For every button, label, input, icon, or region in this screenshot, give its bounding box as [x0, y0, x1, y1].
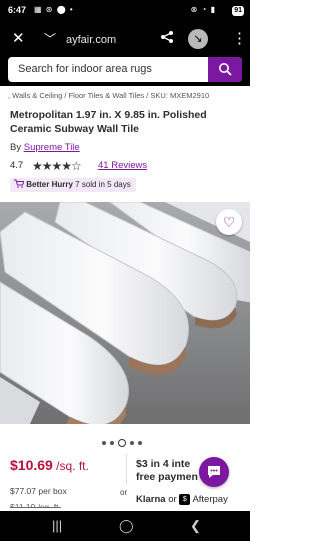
cart-icon [14, 179, 26, 189]
home-icon[interactable]: ◯ [119, 518, 134, 534]
status-bar: 6:47 ▦ ⊛ ⬤ • ⊗ ◔ ▮ 91 [0, 0, 250, 22]
carousel-dot[interactable] [110, 440, 114, 445]
status-time: 6:47 [8, 5, 27, 15]
search-button[interactable] [208, 57, 242, 82]
or-text: or [168, 494, 177, 506]
payment-brands[interactable]: Klarna or $ Afterpay [136, 494, 228, 505]
favorite-heart-icon[interactable]: ♡ [216, 209, 242, 235]
price: $10.69 /sq. ft. [10, 457, 89, 473]
chat-icon [208, 466, 220, 478]
tracking-icon[interactable]: ↘ [188, 29, 208, 49]
brand-byline: By Supreme Tile [10, 142, 80, 153]
price-value: $10.69 [10, 457, 53, 473]
carousel-dot[interactable] [102, 440, 106, 445]
reviews-link[interactable]: 41 Reviews [98, 160, 147, 171]
carousel-dot-active[interactable] [118, 438, 126, 447]
chevron-down-icon[interactable]: ﹀ [44, 30, 56, 48]
battery-icon: 91 [232, 6, 244, 16]
price-per-box: $77.07 per box [10, 486, 67, 496]
financing-line-2: free paymen [136, 471, 198, 483]
price-divider [126, 454, 127, 484]
price-unit: /sq. ft. [52, 459, 89, 473]
carousel-dot[interactable] [130, 440, 134, 445]
system-icons: ⊗ ◔ ▮ [190, 5, 216, 14]
product-title: Metropolitan 1.97 in. X 9.85 in. Polishe… [10, 109, 207, 135]
brand-link[interactable]: Supreme Tile [24, 142, 80, 153]
system-nav-bar: ||| ◯ ❮ [0, 511, 250, 541]
more-vertical-icon[interactable]: ⋮ [232, 30, 247, 48]
product-image[interactable] [0, 202, 250, 424]
breadcrumb[interactable]: , Walls & Ceiling / Floor Tiles & Wall T… [8, 91, 250, 100]
chat-button[interactable] [199, 457, 229, 487]
sales-badge: Better Hurry 7 sold in 5 days [10, 178, 136, 192]
afterpay-icon: $ [179, 494, 191, 505]
star-rating-icon: ★★★★☆ [32, 159, 82, 173]
klarna-logo: Klarna [136, 494, 166, 506]
by-prefix: By [10, 142, 24, 153]
search-input[interactable]: Search for indoor area rugs [8, 57, 242, 82]
or-separator: or [120, 488, 128, 497]
close-icon[interactable]: ✕ [12, 30, 25, 48]
financing-text[interactable]: $3 in 4 inte free paymen [136, 458, 198, 484]
carousel-dots[interactable] [100, 434, 144, 447]
url-bar[interactable]: ayfair.com [66, 34, 116, 46]
rating-value: 4.7 [10, 160, 24, 171]
badge-bold-text: Better Hurry [26, 180, 73, 189]
old-price: $11.19 /sq. ft. [10, 502, 61, 508]
search-icon [219, 63, 232, 76]
share-icon[interactable] [160, 30, 174, 49]
badge-text: 7 sold in 5 days [72, 180, 131, 189]
carousel-dot[interactable] [138, 440, 142, 445]
back-icon[interactable]: ❮ [190, 518, 201, 534]
notification-icons: ▦ ⊛ ⬤ • [34, 5, 74, 14]
search-placeholder: Search for indoor area rugs [18, 63, 152, 75]
financing-line-1: $3 in 4 inte [136, 458, 191, 470]
afterpay-label: Afterpay [192, 494, 228, 506]
browser-toolbar: ✕ ﹀ ayfair.com ↘ ⋮ [0, 22, 250, 56]
recent-apps-icon[interactable]: ||| [52, 518, 62, 533]
